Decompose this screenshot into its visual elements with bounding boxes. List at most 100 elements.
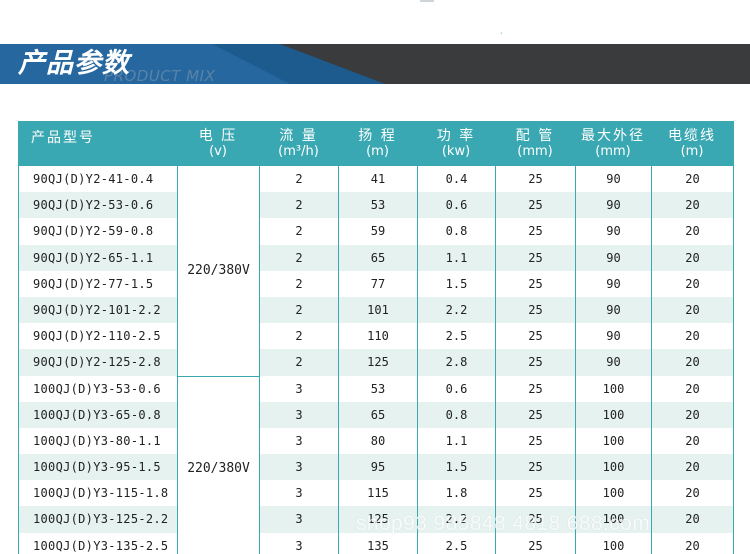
header-voltage-label: 电 压 bbox=[198, 128, 238, 144]
header-max-diameter-label: 最大外径 bbox=[581, 128, 645, 144]
header-power: 功 率 (kw) bbox=[417, 121, 495, 166]
cell-pipe: 25 bbox=[495, 375, 575, 402]
cell-head: 77 bbox=[338, 270, 417, 297]
header-head: 扬 程 (m) bbox=[338, 121, 417, 166]
cell-max-diameter: 90 bbox=[575, 192, 651, 219]
table-body: 90QJ(D)Y2-41-0.4 2 41 0.4 25 90 20 90QJ(D)Y2-53… bbox=[19, 166, 733, 554]
table-row: 100QJ(D)Y3-65-0.8 3 65 0.8 25 100 20 bbox=[19, 401, 733, 428]
cell-voltage-group: 220/380V bbox=[177, 375, 259, 554]
header-cable: 电缆线 (m) bbox=[651, 121, 733, 166]
cell-cable: 20 bbox=[651, 401, 733, 428]
table-row: 90QJ(D)Y2-77-1.5 2 77 1.5 25 90 20 bbox=[19, 270, 733, 297]
cell-model: 100QJ(D)Y3-115-1.8 bbox=[33, 486, 169, 501]
cell-cable: 20 bbox=[651, 427, 733, 455]
cell-max-diameter: 90 bbox=[575, 349, 651, 376]
cell-flow: 3 bbox=[259, 401, 338, 428]
table-row: 100QJ(D)Y3-95-1.5 3 95 1.5 25 100 20 bbox=[19, 454, 733, 481]
cell-power: 0.4 bbox=[417, 166, 495, 193]
header-max-diameter: 最大外径 (mm) bbox=[575, 121, 651, 166]
cell-model: 90QJ(D)Y2-125-2.8 bbox=[33, 355, 161, 370]
product-parameter-table: 产品型号电 压 (v) 流 量 (m³/h) 扬 程 (m) 功 率 (kw) 配 管 (mm) 最… bbox=[18, 121, 734, 554]
cell-cable: 20 bbox=[651, 323, 733, 350]
cell-head: 53 bbox=[338, 192, 417, 219]
cell-pipe: 25 bbox=[495, 427, 575, 455]
cell-model: 100QJ(D)Y3-125-2.2 bbox=[33, 512, 169, 527]
table-row: 100QJ(D)Y3-115-1.8 3 115 1.8 25 100 20 bbox=[19, 480, 733, 507]
section-banner: PRODUCT MIX 产品参数 bbox=[0, 44, 750, 84]
cell-head: 101 bbox=[338, 296, 417, 324]
cell-head: 95 bbox=[338, 454, 417, 481]
cell-pipe: 25 bbox=[495, 244, 575, 271]
table-row: 90QJ(D)Y2-65-1.1 2 65 1.1 25 90 20 bbox=[19, 244, 733, 271]
banner-title: 产品参数 bbox=[18, 48, 130, 79]
cell-pipe: 25 bbox=[495, 480, 575, 507]
table-row: 90QJ(D)Y2-110-2.5 2 110 2.5 25 90 20 bbox=[19, 323, 733, 350]
header-pipe: 配 管 (mm) bbox=[495, 121, 575, 166]
cell-cable: 20 bbox=[651, 192, 733, 219]
cell-cable: 20 bbox=[651, 506, 733, 533]
cell-power: 0.6 bbox=[417, 192, 495, 219]
cell-flow: 2 bbox=[259, 323, 338, 350]
cell-pipe: 25 bbox=[495, 218, 575, 245]
cell-flow: 3 bbox=[259, 532, 338, 554]
cell-max-diameter: 90 bbox=[575, 270, 651, 297]
header-voltage: 电 压 (v) bbox=[177, 121, 259, 166]
header-power-unit: (kw) bbox=[441, 144, 471, 159]
cell-model: 100QJ(D)Y3-95-1.5 bbox=[33, 460, 161, 475]
table-row: 90QJ(D)Y2-59-0.8 2 59 0.8 25 90 20 bbox=[19, 218, 733, 245]
cell-flow: 3 bbox=[259, 427, 338, 455]
cell-power: 0.8 bbox=[417, 401, 495, 428]
cell-flow: 2 bbox=[259, 244, 338, 271]
header-model: 产品型号 bbox=[19, 121, 177, 166]
cell-cable: 20 bbox=[651, 532, 733, 554]
decorative-mark: ˊ bbox=[499, 32, 503, 41]
header-flow-unit: (m³/h) bbox=[278, 144, 319, 159]
cell-model: 90QJ(D)Y2-77-1.5 bbox=[33, 276, 154, 291]
cell-pipe: 25 bbox=[495, 454, 575, 481]
header-flow: 流 量 (m³/h) bbox=[259, 121, 338, 166]
cell-max-diameter: 100 bbox=[575, 454, 651, 481]
cell-flow: 3 bbox=[259, 480, 338, 507]
cell-pipe: 25 bbox=[495, 296, 575, 324]
top-divider bbox=[420, 0, 434, 2]
cell-model: 100QJ(D)Y3-65-0.8 bbox=[33, 407, 161, 422]
cell-head: 125 bbox=[338, 349, 417, 376]
cell-model: 90QJ(D)Y2-53-0.6 bbox=[33, 198, 154, 213]
cell-cable: 20 bbox=[651, 166, 733, 193]
cell-max-diameter: 90 bbox=[575, 323, 651, 350]
cell-power: 1.1 bbox=[417, 427, 495, 455]
cell-head: 53 bbox=[338, 375, 417, 402]
cell-model: 90QJ(D)Y2-41-0.4 bbox=[33, 172, 154, 186]
cell-power: 2.5 bbox=[417, 323, 495, 350]
cell-power: 0.8 bbox=[417, 218, 495, 245]
cell-max-diameter: 100 bbox=[575, 375, 651, 402]
table-row: 90QJ(D)Y2-101-2.2 2 101 2.2 25 90 20 bbox=[19, 296, 733, 324]
cell-voltage-group: 220/380V bbox=[177, 166, 259, 376]
cell-head: 115 bbox=[338, 480, 417, 507]
cell-flow: 2 bbox=[259, 218, 338, 245]
header-flow-label: 流 量 bbox=[279, 128, 318, 144]
cell-power: 2.2 bbox=[417, 296, 495, 324]
cell-cable: 20 bbox=[651, 454, 733, 481]
cell-max-diameter: 90 bbox=[575, 244, 651, 271]
cell-power: 0.6 bbox=[417, 375, 495, 402]
cell-flow: 3 bbox=[259, 506, 338, 533]
cell-max-diameter: 90 bbox=[575, 296, 651, 324]
cell-flow: 3 bbox=[259, 454, 338, 481]
cell-flow: 2 bbox=[259, 192, 338, 219]
header-max-diameter-unit: (mm) bbox=[595, 144, 631, 159]
cell-pipe: 25 bbox=[495, 166, 575, 193]
cell-flow: 2 bbox=[259, 166, 338, 193]
header-cable-unit: (m) bbox=[680, 144, 704, 159]
cell-power: 1.1 bbox=[417, 244, 495, 271]
cell-max-diameter: 90 bbox=[575, 218, 651, 245]
table-row: 90QJ(D)Y2-125-2.8 2 125 2.8 25 90 20 bbox=[19, 349, 733, 376]
table-header: 产品型号电 压 (v) 流 量 (m³/h) 扬 程 (m) 功 率 (kw) 配 管 (mm) 最… bbox=[19, 121, 733, 166]
header-pipe-label: 配 管 bbox=[515, 128, 555, 144]
cell-power: 1.8 bbox=[417, 480, 495, 507]
cell-model: 90QJ(D)Y2-101-2.2 bbox=[33, 302, 161, 317]
watermark-text: shop93 985848 4818 688.com bbox=[356, 512, 651, 535]
cell-cable: 20 bbox=[651, 270, 733, 297]
header-voltage-unit: (v) bbox=[209, 144, 227, 159]
cell-model: 100QJ(D)Y3-135-2.5 bbox=[33, 538, 169, 553]
